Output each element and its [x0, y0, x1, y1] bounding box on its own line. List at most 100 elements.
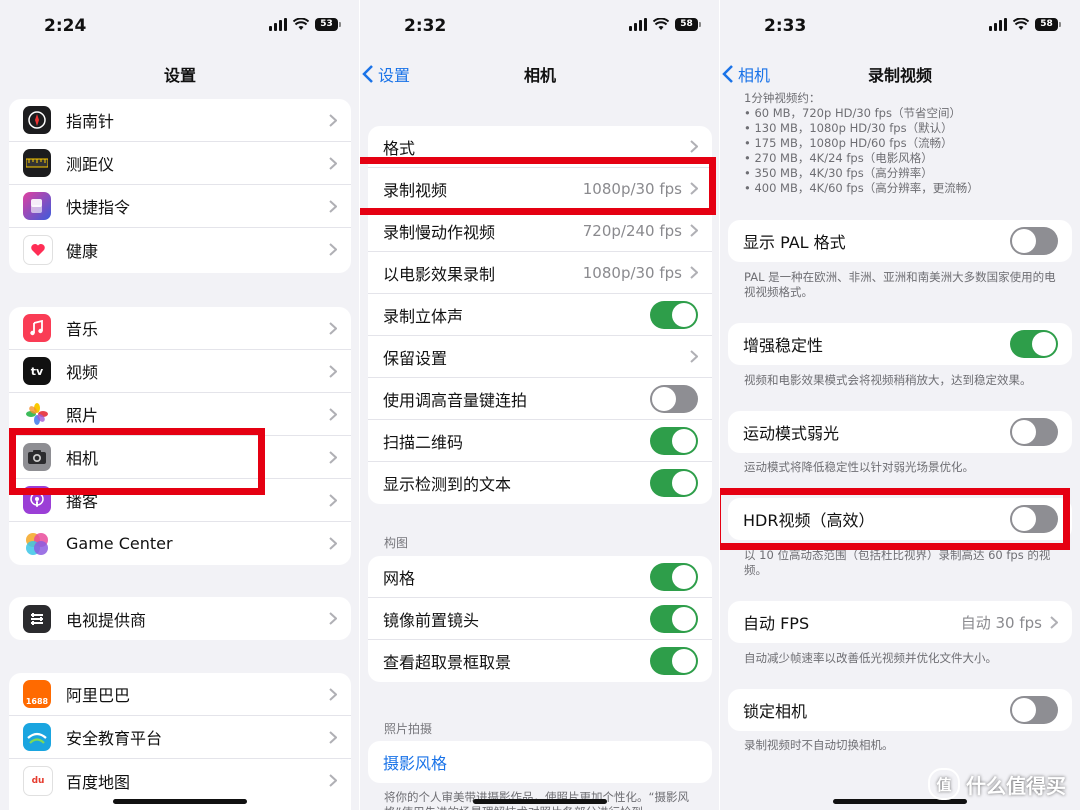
settings-item-alibaba[interactable]: 1688 阿里巴巴	[9, 673, 351, 716]
composition-group: 网格 镜像前置镜头 查看超取景框取景	[368, 556, 712, 682]
watermark-badge: 值	[928, 768, 960, 800]
size-note-line: • 400 MB，4K/60 fps（高分辨率，更流畅）	[744, 181, 979, 195]
row-label: 显示 PAL 格式	[743, 233, 846, 252]
settings-item-measure[interactable]: 测距仪	[9, 142, 351, 185]
settings-item-tv[interactable]: tv 视频	[9, 350, 351, 393]
detected-text-toggle[interactable]	[650, 469, 698, 497]
settings-item-label: 安全教育平台	[66, 729, 163, 748]
page-title: 相机	[523, 66, 556, 85]
music-icon	[23, 314, 51, 342]
settings-item-compass[interactable]: 指南针	[9, 99, 351, 142]
record-video-screen: 2:33 58 相机 录制视频 1分钟视频约： • 60 MB，720p HD/…	[720, 0, 1080, 810]
tv-provider-icon	[23, 604, 51, 633]
row-value: 1080p/30 fps	[582, 263, 682, 282]
camera-item-detected-text: 显示检测到的文本	[368, 462, 712, 504]
settings-group-4: 1688 阿里巴巴 安全教育平台 du 百度地图	[9, 673, 351, 810]
chevron-right-icon	[329, 243, 337, 256]
row-label: 录制慢动作视频	[383, 222, 496, 242]
cellular-signal-icon	[629, 18, 647, 31]
measure-icon	[23, 149, 51, 177]
settings-item-label: 健康	[66, 241, 99, 261]
shortcuts-icon	[23, 192, 51, 220]
stereo-toggle[interactable]	[650, 300, 698, 329]
battery-icon: 58	[675, 18, 701, 31]
camera-item-photo-style[interactable]: 摄影风格	[368, 741, 712, 783]
camera-item-stereo: 录制立体声	[368, 294, 712, 336]
screenshot-collage: 2:24 53 设置 指南针 测距仪 快捷指令 健康 音乐 tv 视频 照片 相…	[0, 0, 1080, 810]
hdr-note: 以 10 位高动态范围（包括杜比视界）录制高达 60 fps 的视频。	[744, 548, 1051, 577]
home-indicator	[113, 799, 247, 804]
wifi-icon	[293, 18, 309, 30]
settings-item-game-center[interactable]: Game Center	[9, 522, 351, 565]
chevron-right-icon	[329, 199, 337, 213]
mirror-front-toggle[interactable]	[650, 604, 698, 633]
settings-item-label: 视频	[66, 363, 99, 382]
settings-item-label: 照片	[66, 406, 99, 425]
size-note-line: • 130 MB，1080p HD/30 fps（默认）	[744, 121, 953, 135]
wifi-icon	[653, 18, 669, 30]
camera-item-grid: 网格	[368, 556, 712, 598]
status-time: 2:24	[44, 16, 87, 36]
enhanced-stabilization-toggle[interactable]	[1010, 330, 1058, 358]
row-label: 保留设置	[383, 348, 448, 368]
chevron-right-icon	[329, 113, 337, 127]
auto-fps-row[interactable]: 自动 FPS 自动 30 fps	[728, 601, 1072, 643]
chevron-right-icon	[1050, 615, 1058, 629]
grid-toggle[interactable]	[650, 562, 698, 591]
apple-tv-icon: tv	[23, 357, 51, 385]
camera-item-record-cinematic[interactable]: 以电影效果录制 1080p/30 fps	[368, 252, 712, 294]
row-value: 720p/240 fps	[582, 221, 682, 240]
settings-item-label: 测距仪	[66, 155, 115, 174]
camera-item-record-slomo[interactable]: 录制慢动作视频 720p/240 fps	[368, 210, 712, 252]
chevron-right-icon	[329, 774, 337, 787]
pal-group: 显示 PAL 格式	[728, 220, 1072, 262]
apple-tv-icon-text: tv	[30, 364, 44, 378]
chevron-right-icon	[329, 321, 337, 335]
view-outside-frame-toggle[interactable]	[650, 647, 698, 675]
row-label: 显示检测到的文本	[383, 475, 512, 494]
row-label: 镜像前置镜头	[383, 610, 480, 630]
row-label: 网格	[383, 568, 416, 588]
row-label: 使用调高音量键连拍	[383, 390, 528, 410]
settings-item-music[interactable]: 音乐	[9, 307, 351, 350]
video-size-notes: 1分钟视频约： • 60 MB，720p HD/30 fps（节省空间） • 1…	[744, 91, 1064, 196]
settings-item-label: 电视提供商	[66, 610, 147, 630]
camera-item-preserve-settings[interactable]: 保留设置	[368, 336, 712, 378]
battery-icon: 53	[315, 18, 341, 31]
pal-format-row: 显示 PAL 格式	[728, 220, 1072, 262]
chevron-right-icon	[329, 407, 337, 421]
action-mode-group: 运动模式弱光	[728, 411, 1072, 453]
settings-item-health[interactable]: 健康	[9, 228, 351, 271]
status-time: 2:33	[764, 16, 807, 36]
scan-qr-toggle[interactable]	[650, 426, 698, 455]
action-mode-low-light-toggle[interactable]	[1010, 418, 1058, 446]
camera-settings-screen: 2:32 58 设置 相机 格式 录制视频 1080p/30 fps 录制慢动作…	[360, 0, 720, 810]
row-label: 录制立体声	[383, 306, 464, 326]
game-center-icon	[23, 529, 51, 558]
status-bar: 2:24 53	[0, 0, 360, 52]
volume-burst-toggle[interactable]	[650, 384, 698, 413]
settings-item-label: 音乐	[66, 320, 99, 339]
row-label: 锁定相机	[743, 702, 808, 721]
settings-item-shortcuts[interactable]: 快捷指令	[9, 185, 351, 228]
wifi-icon	[1013, 18, 1029, 30]
baidu-map-icon-text: du	[31, 775, 45, 786]
settings-item-safety-education[interactable]: 安全教育平台	[9, 716, 351, 759]
lock-camera-note: 录制视频时不自动切换相机。	[744, 738, 894, 752]
watermark-text: 什么值得买	[966, 773, 1066, 798]
nav-bar: 相机 录制视频	[720, 52, 1080, 94]
size-note-line: • 60 MB，720p HD/30 fps（节省空间）	[744, 106, 961, 120]
settings-item-tv-provider[interactable]: 电视提供商	[9, 597, 351, 640]
enhanced-stabilization-row: 增强稳定性	[728, 323, 1072, 365]
lock-camera-toggle[interactable]	[1010, 696, 1058, 724]
settings-item-baidu-map[interactable]: du 百度地图	[9, 759, 351, 802]
nav-bar: 设置 相机	[360, 52, 720, 94]
settings-item-label: 百度地图	[66, 772, 131, 792]
chevron-right-icon	[690, 266, 698, 279]
photo-style-group: 摄影风格	[368, 741, 712, 783]
settings-group-3: 电视提供商	[9, 597, 351, 640]
chevron-right-icon	[329, 687, 337, 701]
pal-format-toggle[interactable]	[1010, 227, 1058, 255]
action-mode-low-light-row: 运动模式弱光	[728, 411, 1072, 453]
row-label: 以电影效果录制	[383, 264, 496, 284]
